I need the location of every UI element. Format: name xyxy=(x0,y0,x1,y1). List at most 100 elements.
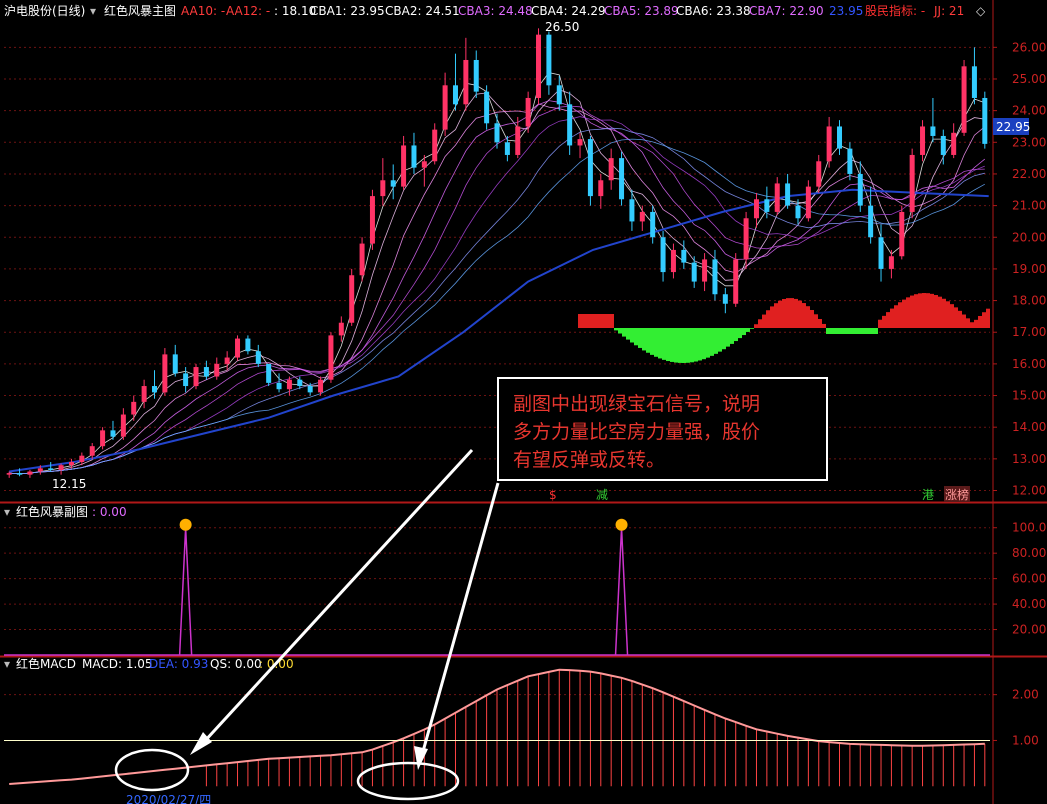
power-area-bar xyxy=(766,310,770,328)
power-area-bar xyxy=(778,300,782,328)
candle-body xyxy=(515,126,521,155)
y-tick-label: 40.00 xyxy=(1012,597,1046,611)
power-area-bar xyxy=(770,306,774,328)
signal-spike xyxy=(178,527,193,656)
power-area-bar xyxy=(878,319,882,328)
spike-signal-icon xyxy=(615,518,628,531)
power-area-bar xyxy=(586,314,590,328)
candle-body xyxy=(598,180,604,197)
power-area-bar xyxy=(634,328,638,346)
y-tick-label: 23.00 xyxy=(1012,135,1046,149)
candle-body xyxy=(805,186,811,219)
candle-body xyxy=(681,249,687,263)
candle-body xyxy=(888,256,894,269)
candle-body xyxy=(6,473,12,475)
highlight-ellipse-2 xyxy=(356,761,460,801)
candle-body xyxy=(131,401,137,415)
diamond-icon[interactable]: ◇ xyxy=(976,4,986,18)
event-marker-jian[interactable]: 减 xyxy=(596,488,608,502)
y-tick-label: 22.00 xyxy=(1012,167,1046,181)
event-marker-dollar[interactable]: $ xyxy=(549,488,557,502)
power-area-bar xyxy=(674,328,678,363)
power-area-bar xyxy=(750,328,754,329)
sub2-name[interactable]: 红色MACD xyxy=(16,656,76,671)
power-area-bar xyxy=(890,308,894,328)
power-area-bar xyxy=(922,293,926,328)
aa12-label: AA12: - xyxy=(226,4,270,18)
candle-body xyxy=(172,354,178,374)
main-indicator-name[interactable]: 红色风暴主图 xyxy=(104,3,176,18)
candle-body xyxy=(452,85,458,105)
candle-body xyxy=(650,211,656,238)
y-tick-label: 100.00 xyxy=(1012,521,1047,535)
power-area-bar xyxy=(826,328,830,334)
y-tick-label: 24.00 xyxy=(1012,104,1046,118)
power-area-bar xyxy=(722,328,726,350)
candle-body xyxy=(411,145,417,168)
power-area-bar xyxy=(762,314,766,328)
power-area-bar xyxy=(914,294,918,328)
y-tick-label: 18.00 xyxy=(1012,294,1046,308)
power-area-bar xyxy=(838,328,842,334)
candle-body xyxy=(868,205,874,238)
candle-body xyxy=(328,335,334,380)
power-area-bar xyxy=(686,328,690,363)
red-storm-subchart-panel[interactable] xyxy=(4,518,990,656)
power-area-bar xyxy=(610,314,614,328)
power-area-bar xyxy=(842,328,846,334)
macd-label: MACD: 1.05 xyxy=(82,657,153,671)
candle-body xyxy=(307,386,313,393)
power-area-bar xyxy=(606,314,610,328)
power-area-bar xyxy=(982,312,986,328)
candle-body xyxy=(837,126,843,149)
power-area-bar xyxy=(906,297,910,328)
power-area-bar xyxy=(666,328,670,362)
power-area-bar xyxy=(754,324,758,328)
power-area-bar xyxy=(710,328,714,356)
candle-body xyxy=(629,199,635,222)
power-area-bar xyxy=(786,298,790,328)
power-area-bar xyxy=(946,301,950,328)
power-area-bar xyxy=(898,302,902,328)
dea-label: DEA: 0.93 xyxy=(149,657,208,671)
caret-icon-sub2: ▾ xyxy=(4,657,10,671)
qs-label: QS: 0.00 xyxy=(210,657,262,671)
candle-body xyxy=(785,183,791,206)
candle-body xyxy=(940,135,946,155)
event-marker-gang[interactable]: 港 xyxy=(922,488,934,502)
power-area-bar xyxy=(918,293,922,328)
y-tick-label: 20.00 xyxy=(1012,623,1046,637)
event-marker-zhangbang[interactable]: 涨榜 xyxy=(945,487,969,502)
candle-body xyxy=(484,91,490,124)
candle-body xyxy=(183,373,189,387)
annotation-box: 副图中出现绿宝石信号，说明 多方力量比空房力量强，股价 有望反弹或反转。 xyxy=(497,377,828,481)
power-area-bar xyxy=(714,328,718,354)
candle-body xyxy=(670,249,676,273)
candle-body xyxy=(359,243,365,276)
power-area-bar xyxy=(846,328,850,334)
candle-body xyxy=(79,455,85,463)
y-tick-label: 14.00 xyxy=(1012,420,1046,434)
power-area-bar xyxy=(662,328,666,360)
candle-body xyxy=(224,357,230,364)
cba5-label: CBA5: 23.89 xyxy=(604,4,679,18)
power-area-bar xyxy=(678,328,682,363)
candle-body xyxy=(401,145,407,187)
candle-body xyxy=(286,379,292,390)
candle-body xyxy=(536,34,542,98)
candle-body xyxy=(909,154,915,212)
y-tick-label: 12.00 xyxy=(1012,484,1046,498)
power-area-bar xyxy=(866,328,870,334)
power-area-bar xyxy=(702,328,706,360)
power-area-bar xyxy=(798,300,802,328)
bottom-date-label: 2020/02/27/四 xyxy=(126,793,211,804)
caret-icon-sub1: ▾ xyxy=(4,505,10,519)
power-area-bar xyxy=(970,322,974,328)
last-price-label: 22.95 xyxy=(996,120,1030,134)
candle-body xyxy=(245,338,251,352)
power-area-bar xyxy=(806,306,810,328)
power-area-bar xyxy=(862,328,866,334)
red-macd-panel[interactable] xyxy=(4,668,990,787)
sub1-name[interactable]: 红色风暴副图 xyxy=(16,504,88,519)
low-price-label: 12.15 xyxy=(52,477,86,491)
